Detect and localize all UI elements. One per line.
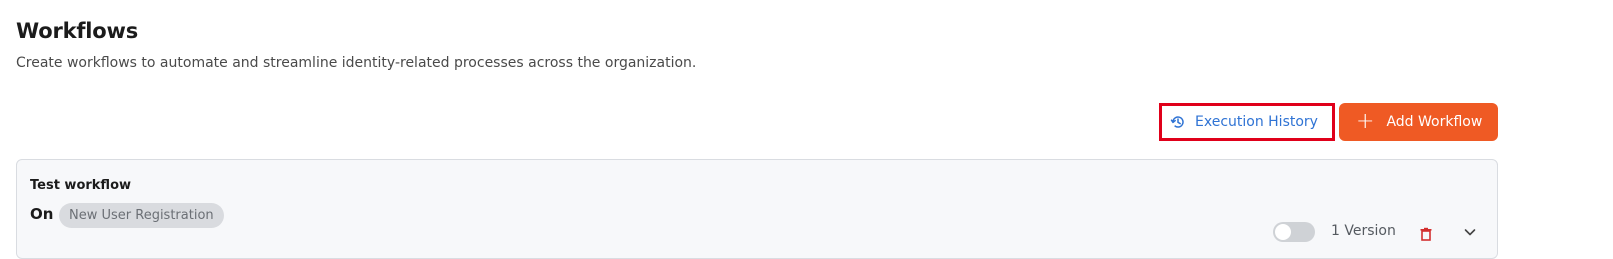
plus-icon: + xyxy=(1356,109,1375,134)
workflow-enable-toggle[interactable] xyxy=(1273,222,1315,242)
workflow-name: Test workflow xyxy=(30,178,132,193)
execution-history-button[interactable]: Execution History xyxy=(1159,103,1335,141)
workflow-card[interactable]: Test workflow On New User Registration 1… xyxy=(16,159,1498,259)
add-workflow-button[interactable]: + Add Workflow xyxy=(1339,103,1498,141)
version-count: 1 Version xyxy=(1331,223,1396,239)
trigger-badge: New User Registration xyxy=(59,203,224,228)
trash-icon[interactable] xyxy=(1419,226,1433,241)
page-subtitle: Create workflows to automate and streaml… xyxy=(16,55,697,71)
execution-history-label: Execution History xyxy=(1195,114,1318,130)
trigger-prefix: On xyxy=(30,205,54,223)
page-title: Workflows xyxy=(16,19,139,43)
chevron-down-icon[interactable] xyxy=(1463,224,1477,238)
history-icon xyxy=(1170,114,1186,130)
toggle-knob xyxy=(1275,224,1291,240)
add-workflow-label: Add Workflow xyxy=(1386,114,1483,130)
